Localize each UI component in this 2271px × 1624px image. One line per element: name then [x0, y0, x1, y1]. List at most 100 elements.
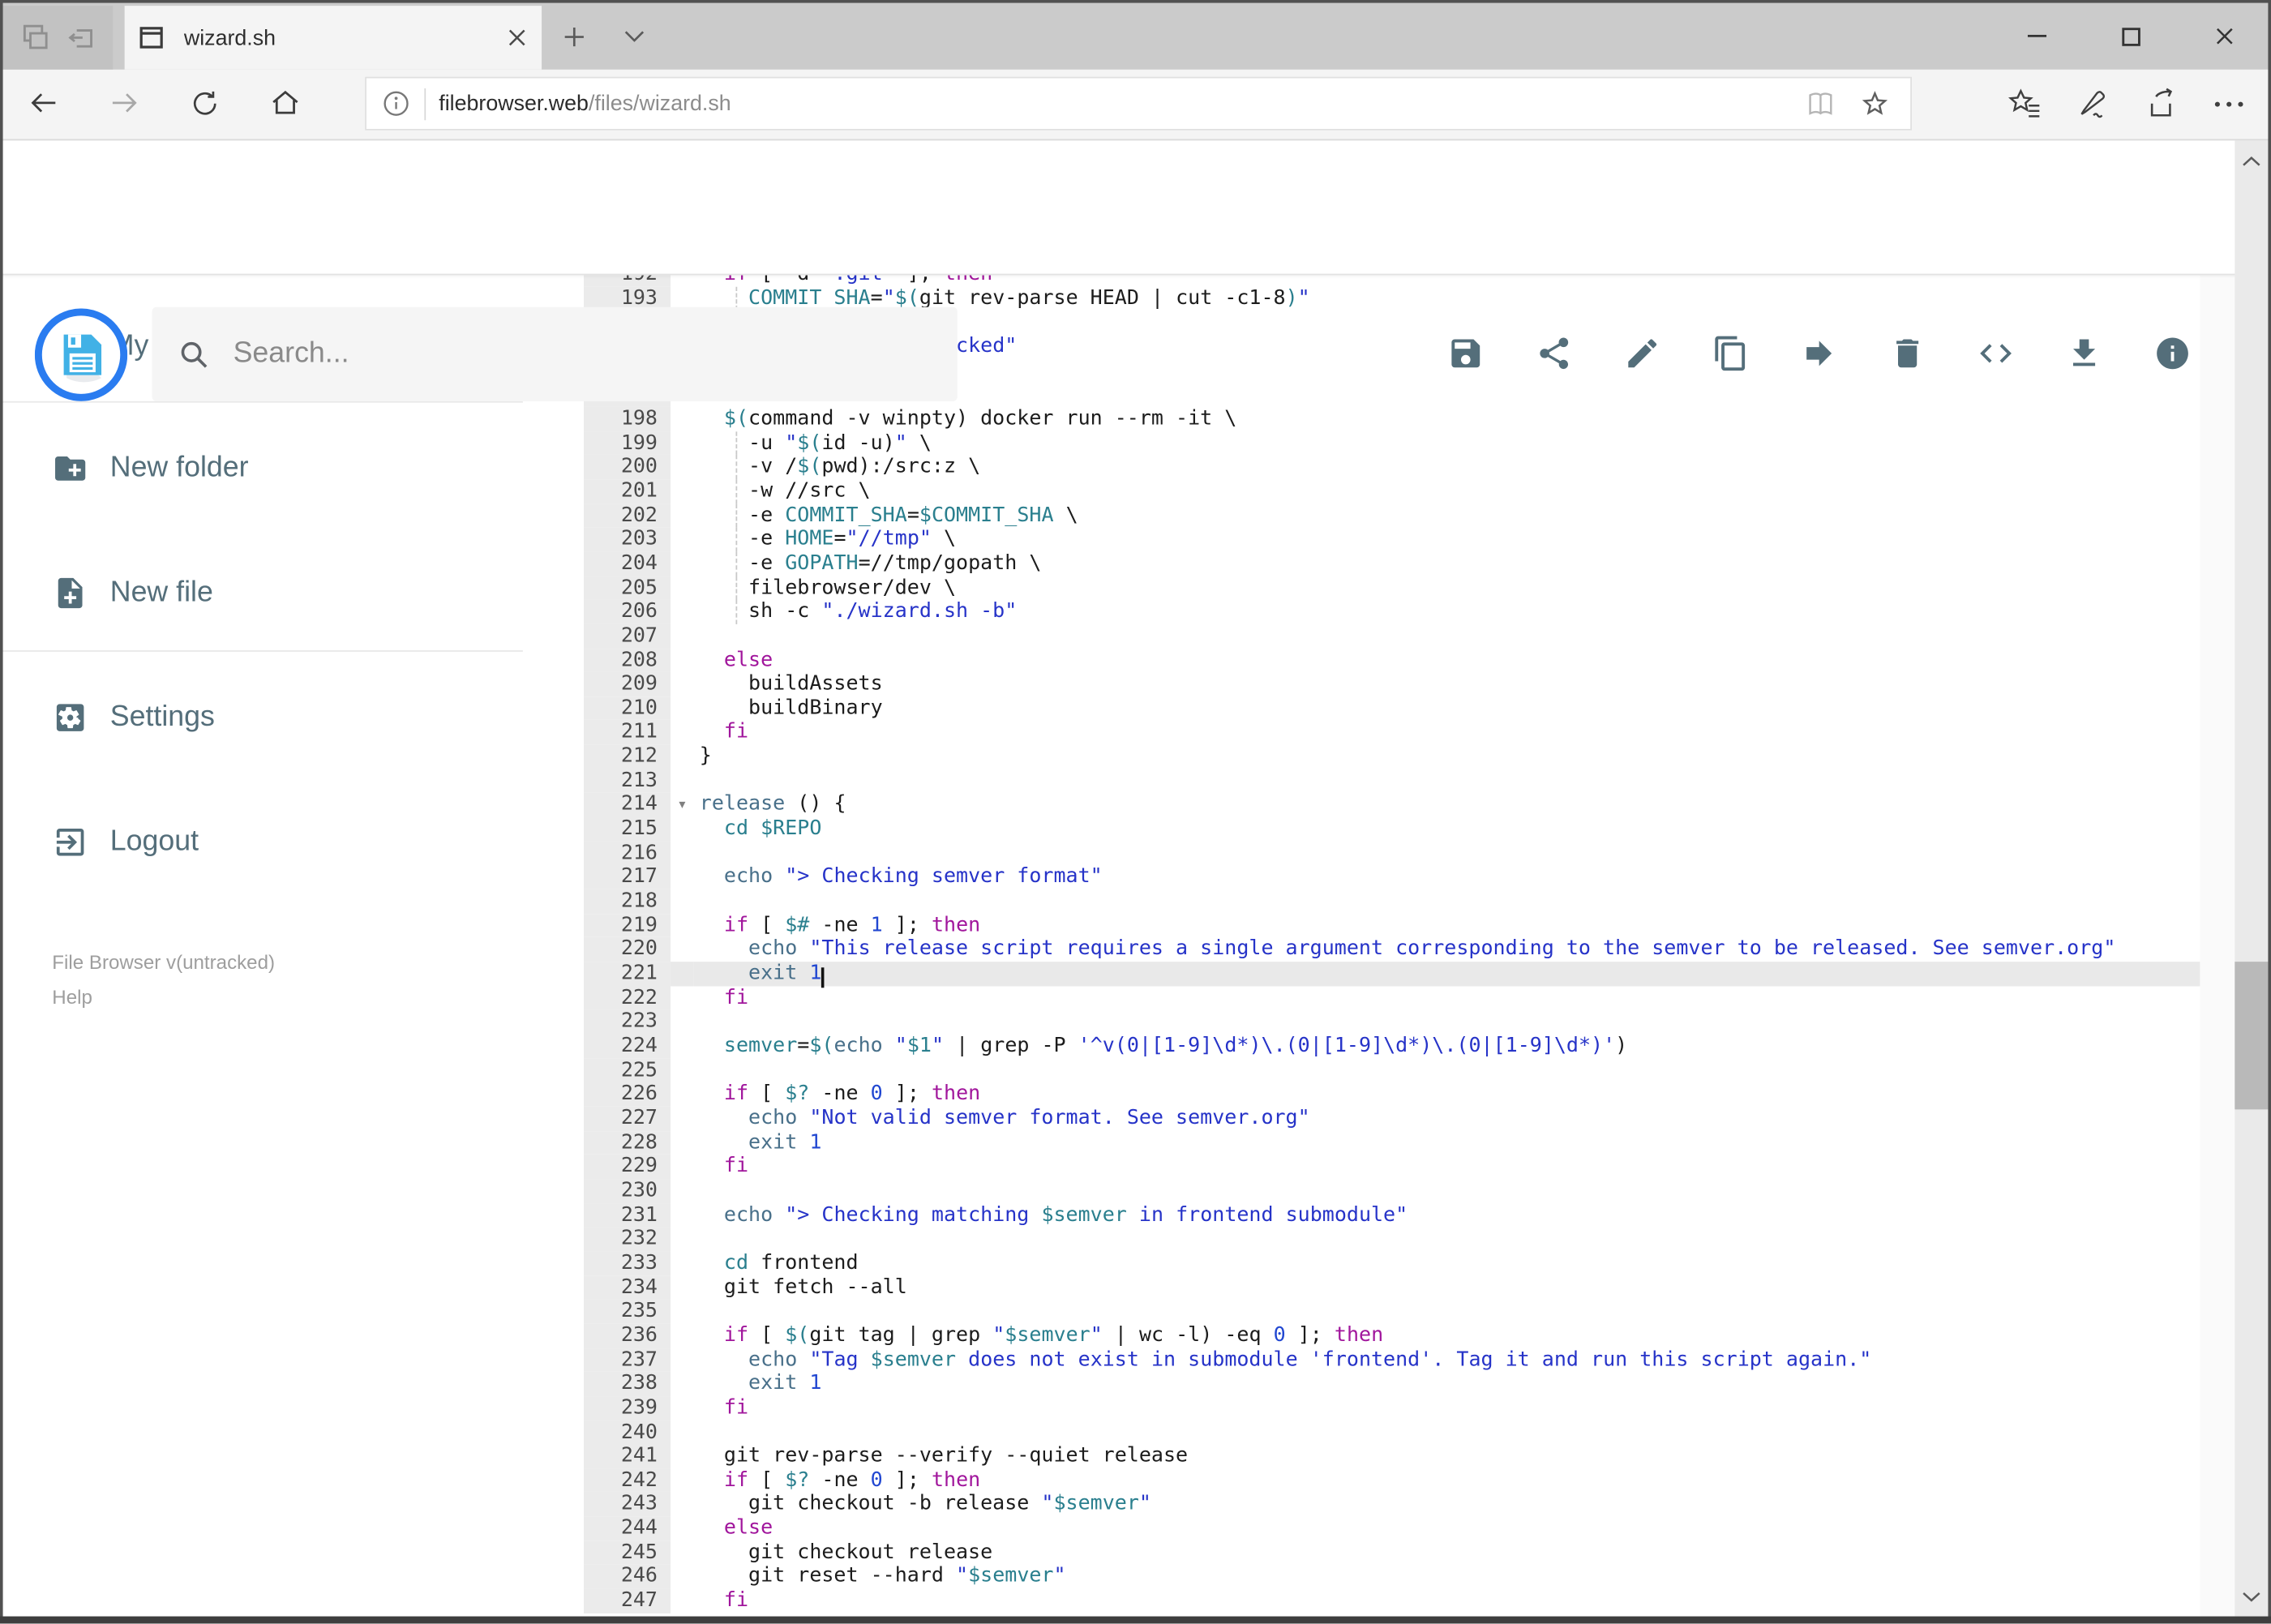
- code-line-224[interactable]: 224 semver=$(echo "$1" | grep -P '^v(0|[…: [583, 1034, 2200, 1059]
- code-line-243[interactable]: 243 git checkout -b release "$semver": [583, 1492, 2200, 1517]
- scrollbar-thumb[interactable]: [2235, 962, 2269, 1110]
- download-button[interactable]: [2065, 335, 2102, 372]
- save-button[interactable]: [1447, 335, 1485, 372]
- code-line-222[interactable]: 222 fi: [583, 985, 2200, 1010]
- close-tab-icon[interactable]: [507, 28, 527, 48]
- search-bar[interactable]: [152, 306, 958, 401]
- code-line-208[interactable]: 208 else: [583, 648, 2200, 673]
- help-link[interactable]: Help: [52, 983, 92, 1013]
- code-line-201[interactable]: 201 -w //src \: [583, 479, 2200, 503]
- code-line-213[interactable]: 213: [583, 769, 2200, 793]
- code-line-205[interactable]: 205 filebrowser/dev \: [583, 576, 2200, 600]
- code-line-207[interactable]: 207: [583, 623, 2200, 649]
- search-input[interactable]: [230, 336, 958, 373]
- close-window-button[interactable]: [2193, 3, 2257, 70]
- code-line-240[interactable]: 240: [583, 1420, 2200, 1445]
- favorite-star-icon[interactable]: [1860, 88, 1891, 119]
- code-button[interactable]: [1977, 335, 2014, 372]
- forward-icon[interactable]: [100, 79, 149, 126]
- code-line-209[interactable]: 209 buildAssets: [583, 672, 2200, 696]
- code-text: git checkout -b release "$semver": [699, 1492, 1151, 1516]
- code-line-210[interactable]: 210 buildBinary: [583, 696, 2200, 721]
- refresh-icon[interactable]: [180, 79, 229, 126]
- maximize-button[interactable]: [2098, 3, 2162, 70]
- new-tab-icon[interactable]: [553, 15, 593, 58]
- share-button[interactable]: [1536, 335, 1573, 372]
- code-line-233[interactable]: 233 cd frontend: [583, 1251, 2200, 1275]
- site-info-icon[interactable]: [366, 90, 424, 118]
- code-line-231[interactable]: 231 echo "> Checking matching $semver in…: [583, 1202, 2200, 1228]
- code-line-220[interactable]: 220 echo "This release script requires a…: [583, 937, 2200, 962]
- scroll-up-icon[interactable]: [2235, 145, 2268, 177]
- set-tabs-aside-icon[interactable]: [66, 22, 97, 54]
- code-line-246[interactable]: 246 git reset --hard "$semver": [583, 1565, 2200, 1589]
- code-line-232[interactable]: 232: [583, 1227, 2200, 1252]
- code-line-235[interactable]: 235: [583, 1299, 2200, 1324]
- code-line-212[interactable]: 212}: [583, 744, 2200, 769]
- line-number: 247: [583, 1588, 671, 1613]
- browser-scrollbar[interactable]: [2235, 140, 2269, 1617]
- code-line-218[interactable]: 218: [583, 889, 2200, 914]
- code-line-204[interactable]: 204 -e GOPATH=//tmp/gopath \: [583, 551, 2200, 576]
- code-line-236[interactable]: 236 if [ $(git tag | grep "$semver" | wc…: [583, 1323, 2200, 1348]
- delete-button[interactable]: [1888, 335, 1926, 372]
- code-line-228[interactable]: 228 exit 1: [583, 1130, 2200, 1155]
- code-line-234[interactable]: 234 git fetch --all: [583, 1275, 2200, 1300]
- code-line-227[interactable]: 227 echo "Not valid semver format. See s…: [583, 1106, 2200, 1131]
- code-text: buildAssets: [699, 672, 883, 696]
- code-line-238[interactable]: 238 exit 1: [583, 1372, 2200, 1396]
- code-line-203[interactable]: 203 -e HOME="//tmp" \: [583, 527, 2200, 552]
- tab-menu-chevron-icon[interactable]: [614, 15, 654, 58]
- browser-tab[interactable]: wizard.sh: [124, 6, 542, 70]
- code-line-202[interactable]: 202 -e COMMIT_SHA=$COMMIT_SHA \: [583, 503, 2200, 528]
- code-line-199[interactable]: 199 -u "$(id -u)" \: [583, 431, 2200, 456]
- sidebar-item-new-folder[interactable]: New folder: [0, 431, 534, 506]
- more-ellipsis-icon[interactable]: [2213, 99, 2245, 108]
- code-line-214[interactable]: 214 ▾ release () {: [583, 792, 2200, 817]
- code-line-211[interactable]: 211 fi: [583, 720, 2200, 745]
- sidebar-item-logout[interactable]: Logout: [0, 803, 534, 879]
- code-line-237[interactable]: 237 echo "Tag $semver does not exist in …: [583, 1348, 2200, 1373]
- fold-arrow-icon[interactable]: ▾: [671, 793, 694, 817]
- sidebar-item-new-file[interactable]: New file: [0, 555, 534, 630]
- back-icon[interactable]: [19, 79, 68, 126]
- sidebar-item-settings[interactable]: Settings: [0, 679, 534, 755]
- code-line-242[interactable]: 242 if [ $? -ne 0 ]; then: [583, 1468, 2200, 1493]
- scroll-down-icon[interactable]: [2235, 1580, 2268, 1612]
- code-line-230[interactable]: 230: [583, 1178, 2200, 1203]
- code-line-192[interactable]: 192 if [ -d ".git" ]; then: [583, 275, 2200, 287]
- code-line-216[interactable]: 216: [583, 841, 2200, 866]
- code-line-226[interactable]: 226 if [ $? -ne 0 ]; then: [583, 1082, 2200, 1107]
- code-line-225[interactable]: 225: [583, 1058, 2200, 1082]
- code-text: sh -c "./wizard.sh -b": [699, 599, 1018, 624]
- forward-button[interactable]: [1800, 335, 1837, 372]
- code-line-217[interactable]: 217 echo "> Checking semver format": [583, 865, 2200, 889]
- minimize-button[interactable]: [2004, 3, 2068, 70]
- code-editor[interactable]: 192 if [ -d ".git" ]; then193 COMMIT_SHA…: [583, 275, 2200, 1617]
- reading-view-icon[interactable]: [1805, 91, 1836, 117]
- address-bar[interactable]: filebrowser.web/files/wizard.sh: [365, 76, 1912, 131]
- home-icon[interactable]: [261, 79, 311, 126]
- code-line-206[interactable]: 206 sh -c "./wizard.sh -b": [583, 599, 2200, 624]
- code-line-229[interactable]: 229 fi: [583, 1155, 2200, 1179]
- code-line-244[interactable]: 244 else: [583, 1516, 2200, 1541]
- info-button[interactable]: [2153, 335, 2191, 372]
- code-line-198[interactable]: 198 $(command -v winpty) docker run --rm…: [583, 406, 2200, 431]
- code-line-215[interactable]: 215 cd $REPO: [583, 816, 2200, 842]
- edit-button[interactable]: [1623, 335, 1660, 372]
- copy-button[interactable]: [1712, 335, 1749, 372]
- share-icon[interactable]: [2145, 87, 2179, 120]
- code-line-245[interactable]: 245 git checkout release: [583, 1540, 2200, 1566]
- url-text[interactable]: filebrowser.web/files/wizard.sh: [439, 92, 1805, 116]
- code-line-241[interactable]: 241 git rev-parse --verify --quiet relea…: [583, 1444, 2200, 1469]
- code-line-223[interactable]: 223: [583, 1009, 2200, 1035]
- code-line-221[interactable]: 221 exit 1: [583, 962, 2200, 988]
- tab-preview-icon[interactable]: [19, 22, 50, 54]
- code-line-247[interactable]: 247 fi: [583, 1588, 2200, 1613]
- floppy-disk-logo[interactable]: [34, 308, 128, 401]
- code-line-239[interactable]: 239 fi: [583, 1395, 2200, 1420]
- code-line-219[interactable]: 219 if [ $# -ne 1 ]; then: [583, 913, 2200, 938]
- hub-favorites-icon[interactable]: [2007, 88, 2042, 119]
- annotate-pen-icon[interactable]: [2077, 87, 2110, 120]
- code-line-200[interactable]: 200 -v /$(pwd):/src:z \: [583, 455, 2200, 480]
